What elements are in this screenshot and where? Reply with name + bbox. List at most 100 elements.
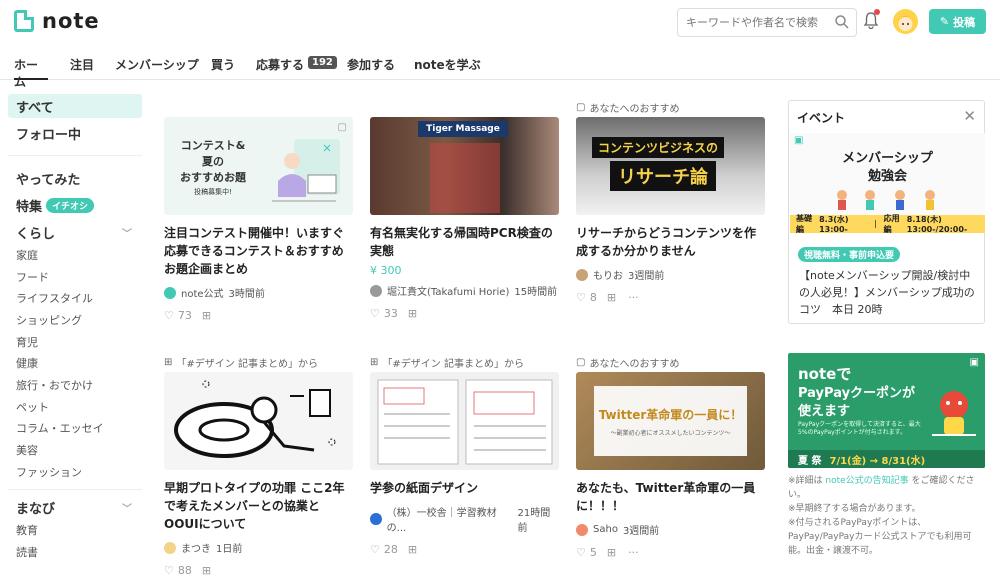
author-avatar[interactable]	[370, 513, 382, 525]
user-avatar[interactable]	[893, 9, 918, 34]
ichioshi-badge: イチオシ	[46, 197, 95, 213]
sidebar-subitem[interactable]: 旅行・おでかけ	[8, 374, 142, 396]
announcement-link[interactable]: note公式の告知記事	[825, 476, 908, 486]
tab-buy[interactable]: 買う	[211, 50, 235, 80]
heart-icon[interactable]: ♡	[576, 291, 586, 304]
sidebar-item-tokushu[interactable]: 特集 イチオシ	[8, 193, 142, 217]
sidebar-subitem[interactable]: ペット	[8, 396, 142, 418]
article-card[interactable]: ⊞ 「#デザイン 記事まとめ」から 学参の紙面デザイン （株）一校舎｜学習教材の.…	[370, 355, 559, 556]
sidebar-subitem[interactable]: ファッション	[8, 461, 142, 483]
search-box[interactable]	[677, 8, 857, 37]
thumb-text: おすすめお題	[180, 171, 246, 184]
article-thumbnail[interactable]: Twitter革命軍の一員に！ 〜副業初心者にオススメしたいコンテンツ〜	[576, 372, 765, 470]
heart-icon[interactable]: ♡	[370, 307, 380, 320]
sidebar: すべて フォロー中 やってみた 特集 イチオシ くらし ﹀ 家庭 フード ライフスタイル…	[8, 94, 142, 563]
event-panel[interactable]: イベント ✕ ▣ メンバーシップ 勉強会 基礎編 8.3(水) 13:00- ｜ …	[788, 100, 985, 324]
sidebar-subitem[interactable]: フード	[8, 266, 142, 288]
sidebar-item-all[interactable]: すべて	[8, 94, 142, 118]
note-mark-icon: ▢	[576, 101, 586, 113]
author-name[interactable]: （株）一校舎｜学習教材の...	[387, 504, 513, 534]
sidebar-subitem[interactable]: ライフスタイル	[8, 287, 142, 309]
article-card[interactable]: Tiger Massage 有名無実化する帰国時PCR検査の実態 ¥ 300 堀…	[370, 117, 559, 320]
sidebar-divider	[8, 488, 142, 490]
author-avatar[interactable]	[370, 284, 382, 297]
post-button[interactable]: ✎ 投稿	[929, 9, 986, 34]
article-thumbnail[interactable]	[164, 372, 353, 470]
article-card[interactable]: ▢ あなたへのおすすめ コンテンツビジネスの リサーチ論 リサーチからどうコンテン…	[576, 100, 765, 304]
chevron-down-icon[interactable]: ﹀	[122, 500, 132, 515]
sidebar-subitem[interactable]: 健康	[8, 352, 142, 374]
event-banner[interactable]: ▣ メンバーシップ 勉強会 基礎編 8.3(水) 13:00- ｜ 応用編 8.18…	[790, 133, 985, 234]
magazine-add-icon[interactable]: ⊞	[408, 543, 417, 556]
article-title[interactable]: 学参の紙面デザイン	[370, 479, 559, 497]
thumb-text: Twitter革命軍の一員に！	[598, 408, 743, 422]
sidebar-item-kurashi[interactable]: くらし ﹀	[8, 220, 142, 244]
article-title[interactable]: リサーチからどうコンテンツを作成するか分かりません	[576, 224, 765, 260]
more-options-icon[interactable]: ···	[628, 291, 639, 304]
people-illustration	[837, 190, 935, 210]
author-name[interactable]: note公式	[181, 285, 224, 300]
author-name[interactable]: もりお	[593, 267, 623, 282]
magazine-add-icon[interactable]: ⊞	[607, 291, 616, 304]
heart-icon[interactable]: ♡	[164, 564, 174, 577]
author-name[interactable]: 堀江貴文(Takafumi Horie)	[387, 283, 509, 298]
author-avatar[interactable]	[576, 268, 588, 281]
sidebar-subitem[interactable]: ショッピング	[8, 309, 142, 331]
article-card[interactable]: ▢ あなたへのおすすめ Twitter革命軍の一員に！ 〜副業初心者にオススメした…	[576, 355, 765, 559]
article-title[interactable]: あなたも、Twitter革命軍の一員に！！！	[576, 479, 765, 515]
like-count: 88	[177, 564, 192, 577]
recommend-source: ⊞ 「#デザイン 記事まとめ」から	[370, 356, 524, 370]
event-description[interactable]: 【noteメンバーシップ開設/検討中の人必見！】メンバーシップ成功のコツ 本日 …	[799, 267, 977, 318]
note-text: ※付与されるPayPayポイントは、PayPay/PayPayカード公式ストアで…	[788, 518, 972, 556]
sidebar-item-following[interactable]: フォロー中	[8, 121, 142, 145]
article-thumbnail[interactable]: Tiger Massage	[370, 117, 559, 215]
article-thumbnail[interactable]	[370, 372, 559, 470]
thumb-text: リサーチ論	[610, 161, 716, 191]
heart-icon[interactable]: ♡	[370, 543, 380, 556]
paypay-campaign-banner[interactable]: ▣ noteで PayPayクーポンが 使えます PayPayクーポンを取得して…	[788, 353, 985, 468]
banner-text: メンバーシップ	[842, 151, 933, 166]
article-title[interactable]: 早期プロトタイプの功罪 ここ2年で考えたメンバーとの協業とOOUIについて	[164, 479, 353, 533]
pencil-icon: ✎	[939, 15, 950, 28]
heart-icon[interactable]: ♡	[576, 546, 586, 559]
tab-learn-note[interactable]: noteを学ぶ	[414, 50, 481, 80]
chevron-down-icon[interactable]: ﹀	[122, 225, 132, 240]
article-title[interactable]: 有名無実化する帰国時PCR検査の実態	[370, 224, 559, 260]
more-options-icon[interactable]: ···	[628, 546, 639, 559]
article-title[interactable]: 注目コンテスト開催中！いますぐ応募できるコンテスト＆おすすめお題企画まとめ	[164, 224, 353, 278]
tab-join[interactable]: 参加する	[347, 50, 395, 80]
sidebar-subitem[interactable]: 読書	[8, 541, 142, 563]
author-name[interactable]: まつき	[181, 540, 211, 555]
magazine-add-icon[interactable]: ⊞	[202, 564, 211, 577]
sidebar-subitem[interactable]: 美容	[8, 439, 142, 461]
tab-featured[interactable]: 注目	[70, 50, 94, 80]
magazine-add-icon[interactable]: ⊞	[408, 307, 417, 320]
close-icon[interactable]: ✕	[963, 107, 976, 125]
author-avatar[interactable]	[164, 541, 176, 554]
sidebar-subitem[interactable]: コラム・エッセイ	[8, 418, 142, 440]
magazine-add-icon[interactable]: ⊞	[202, 309, 211, 322]
notification-bell-icon[interactable]	[863, 9, 880, 32]
sidebar-subitem[interactable]: 育児	[8, 331, 142, 353]
note-logo[interactable]: note	[14, 9, 100, 33]
search-icon[interactable]	[834, 14, 850, 33]
author-avatar[interactable]	[164, 286, 176, 299]
sidebar-subitem[interactable]: 教育	[8, 520, 142, 542]
tab-membership[interactable]: メンバーシップ	[115, 50, 199, 80]
tab-apply[interactable]: 応募する 192	[256, 50, 337, 80]
magazine-add-icon[interactable]: ⊞	[607, 546, 616, 559]
search-input[interactable]	[686, 16, 836, 29]
article-thumbnail[interactable]: コンテスト& 夏の おすすめお題 投稿募集中! ▢	[164, 117, 353, 215]
sidebar-item-manabi[interactable]: まなび ﹀	[8, 496, 142, 520]
banner-text: PayPayクーポンが	[798, 386, 916, 401]
tab-home[interactable]: ホーム	[14, 50, 48, 89]
article-card[interactable]: ⊞ 「#デザイン 記事まとめ」から 早期プロトタイプの功罪 ここ2年で考えたメンバ…	[164, 355, 353, 577]
sidebar-subitem[interactable]: 家庭	[8, 244, 142, 266]
sidebar-item-yattemita[interactable]: やってみた	[8, 166, 142, 190]
thumb-text: コンテンツビジネスの	[592, 137, 725, 158]
heart-icon[interactable]: ♡	[164, 309, 174, 322]
article-card[interactable]: コンテスト& 夏の おすすめお題 投稿募集中! ▢ 注目コンテスト開催中！います…	[164, 117, 353, 322]
article-thumbnail[interactable]: コンテンツビジネスの リサーチ論	[576, 117, 765, 215]
author-name[interactable]: Saho	[593, 524, 618, 535]
author-avatar[interactable]	[576, 523, 588, 536]
